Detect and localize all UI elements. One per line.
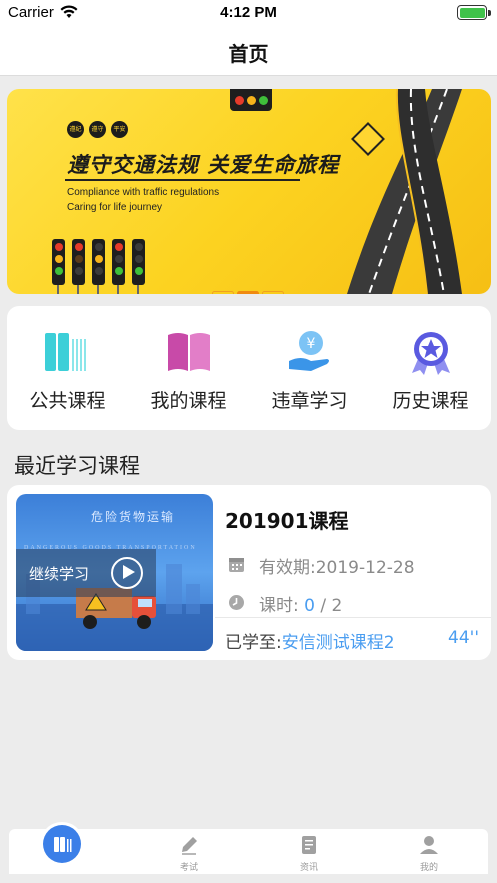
learned-progress: 已学至:安信测试课程2: [225, 628, 395, 653]
learned-time: 44'': [448, 628, 479, 648]
category-menu: 公共课程 我的课程 ¥ 违章学习 历史课程: [7, 306, 491, 430]
banner-carousel[interactable]: 遵纪 遵守 平安 遵守交通法规 关爱生命旅程 Compliance with t…: [7, 89, 491, 294]
menu-label: 历史课程: [392, 390, 469, 412]
traffic-light-icon: [92, 239, 105, 285]
recent-course-card[interactable]: 危险货物运输 DANGEROUS GOODS TRANSPORTATION 继续…: [7, 485, 491, 660]
menu-label: 违章学习: [271, 390, 348, 412]
svg-text:¥: ¥: [307, 336, 316, 352]
traffic-light-pole: [117, 285, 119, 294]
tab-profile[interactable]: 我的: [369, 829, 489, 874]
carousel-dot-active[interactable]: [237, 291, 259, 294]
tab-home[interactable]: [9, 822, 129, 874]
continue-learning-label: 继续学习: [29, 565, 90, 583]
banner-badge: 遵纪: [67, 121, 84, 138]
battery-cap: [488, 10, 491, 16]
banner-badge: 平安: [111, 121, 128, 138]
pen-icon: [182, 837, 197, 855]
menu-my-courses[interactable]: 我的课程: [128, 306, 249, 430]
banner-motto: 遵守交通法规 关爱生命旅程: [67, 153, 340, 177]
clock-icon: [229, 595, 244, 610]
menu-public-courses[interactable]: 公共课程: [7, 306, 128, 430]
play-icon[interactable]: [111, 557, 143, 589]
traffic-light-pole: [137, 285, 139, 294]
menu-history-courses[interactable]: 历史课程: [370, 306, 491, 430]
tab-news[interactable]: 资讯: [249, 829, 369, 874]
banner-divider: [65, 179, 300, 181]
traffic-light-pole: [77, 285, 79, 294]
status-time: 4:12 PM: [220, 4, 277, 21]
page-title: 首页: [228, 42, 269, 66]
course-thumbnail[interactable]: 危险货物运输 DANGEROUS GOODS TRANSPORTATION 继续…: [16, 494, 213, 651]
banner-badge: 遵守: [89, 121, 106, 138]
learning-progress-row[interactable]: 已学至:安信测试课程2 44'': [215, 617, 491, 653]
menu-violation-study[interactable]: ¥ 违章学习: [249, 306, 370, 430]
carousel-dot[interactable]: [262, 291, 284, 294]
carousel-indicator: [212, 281, 287, 294]
profile-icon: [420, 836, 438, 854]
banner-english-line2: Caring for life journey: [67, 202, 163, 213]
carousel-dot[interactable]: [212, 291, 234, 294]
star-medal-icon: [412, 332, 450, 375]
tab-exam[interactable]: 考试: [129, 829, 249, 874]
traffic-light-pole: [57, 285, 59, 294]
home-tab-bubble: [40, 822, 84, 866]
bottom-tab-bar: 考试 资讯 我的: [9, 822, 489, 874]
continue-learning-overlay[interactable]: 继续学习: [16, 549, 156, 597]
course-name: 201901课程: [225, 509, 349, 533]
traffic-light-icon: [112, 239, 125, 285]
tab-label: 考试: [179, 863, 198, 873]
open-book-icon: [168, 333, 210, 371]
news-icon: [302, 836, 316, 854]
calendar-icon: [229, 558, 244, 572]
nav-bar: 首页: [0, 26, 497, 76]
banner-english-line1: Compliance with traffic regulations: [67, 187, 220, 198]
section-title-recent: 最近学习课程: [14, 454, 140, 478]
status-bar: Carrier 4:12 PM: [0, 0, 497, 26]
traffic-light-icon: [230, 89, 272, 111]
home-icon: [43, 825, 81, 863]
tab-label: 我的: [419, 863, 438, 873]
battery-icon: [457, 5, 487, 20]
menu-label: 我的课程: [150, 390, 227, 412]
books-icon: [45, 333, 86, 371]
traffic-light-icon: [72, 239, 85, 285]
learned-prefix: 已学至:: [225, 633, 282, 653]
hours-total: / 2: [314, 596, 343, 616]
thumbnail-title: 危险货物运输: [91, 510, 176, 524]
learned-course-link[interactable]: 安信测试课程2: [282, 633, 395, 653]
hours-done: 0: [304, 596, 315, 616]
hours-label: 课时:: [259, 596, 305, 616]
course-valid-until: 有效期:2019-12-28: [259, 558, 415, 578]
menu-label: 公共课程: [29, 390, 106, 412]
yuan-hand-icon: ¥: [289, 331, 329, 371]
traffic-light-icon: [132, 239, 145, 285]
tab-label: 资讯: [299, 863, 318, 873]
traffic-light-icon: [52, 239, 65, 285]
course-hours: 课时: 0 / 2: [259, 591, 342, 616]
road-illustration: [347, 89, 462, 294]
traffic-light-pole: [97, 285, 99, 294]
